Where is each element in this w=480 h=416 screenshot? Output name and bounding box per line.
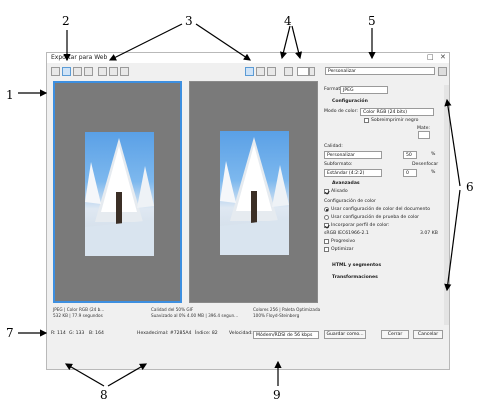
- left-info-format: JPEG | Color RGB (24 b...: [53, 307, 105, 312]
- embed-profile-label: Incorporar perfil de color:: [331, 223, 390, 228]
- annotation-6: 6: [466, 180, 474, 194]
- swatch-dropdown-icon[interactable]: [309, 67, 315, 76]
- color-config-label: Configuración de color: [324, 199, 376, 204]
- subformat-label: Subformato:: [324, 162, 353, 167]
- status-r: R: 114: [51, 331, 66, 336]
- color-mode-label: Modo de color:: [324, 109, 358, 114]
- export-settings-icon[interactable]: [120, 67, 129, 76]
- blur-value-field[interactable]: 0: [403, 169, 417, 177]
- quality-value-field[interactable]: 50: [403, 151, 417, 159]
- settings-panel: Formato: JPEG Configuración Modo de colo…: [320, 65, 450, 370]
- annotation-8: 8: [100, 388, 108, 402]
- speed-dropdown[interactable]: Módem/RDSI de 56 kbps: [253, 331, 319, 339]
- title-bar: Exportar para Web □ ✕: [47, 53, 449, 63]
- profile-size: 3.07 KB: [420, 231, 438, 236]
- window-title: Exportar para Web: [51, 54, 108, 61]
- copy-settings-icon[interactable]: [109, 67, 118, 76]
- status-g: G: 133: [69, 331, 85, 336]
- preview-image-left: [85, 132, 154, 256]
- progressive-label: Progresivo: [331, 239, 356, 244]
- transform-header[interactable]: Transformaciones: [332, 275, 378, 280]
- annotation-1: 1: [6, 88, 14, 102]
- quality-percent: %: [431, 152, 436, 157]
- overprint-black-label: Sobreimprimir negro: [371, 118, 419, 123]
- quality-mode-dropdown[interactable]: Personalizar: [324, 151, 382, 159]
- color-swatch[interactable]: [297, 67, 309, 76]
- subformat-dropdown[interactable]: Estándar (4:2:2): [324, 169, 382, 177]
- split-horizontal-icon[interactable]: [73, 67, 82, 76]
- annotation-3: 3: [185, 14, 193, 28]
- right-info-dither: 100% Floyd-Steinberg: [253, 313, 300, 318]
- left-info-smooth: Suavizado al 0% 4.00 MB | 396.4 segun...: [151, 313, 239, 318]
- doc-color-label: Usar configuración de color del document…: [331, 207, 431, 212]
- blur-label: Desenfocar: [412, 162, 439, 167]
- status-hex: Hexadecimal: #7285A4: [137, 331, 192, 336]
- settings-scrollbar[interactable]: [444, 85, 449, 325]
- speed-label: Velocidad:: [229, 331, 253, 336]
- pan-tool-icon[interactable]: [245, 67, 254, 76]
- mate-swatch[interactable]: [418, 131, 430, 139]
- zoom-out-icon[interactable]: [267, 67, 276, 76]
- proof-color-radio[interactable]: [324, 215, 329, 220]
- compare-icon[interactable]: [98, 67, 107, 76]
- embed-profile-checkbox[interactable]: [324, 223, 329, 228]
- annotation-2: 2: [62, 14, 70, 28]
- advanced-header[interactable]: Avanzadas: [332, 181, 360, 186]
- annotation-7: 7: [6, 326, 14, 340]
- quad-view-icon[interactable]: [84, 67, 93, 76]
- annotation-4: 4: [284, 14, 292, 28]
- optimize-checkbox[interactable]: [324, 247, 329, 252]
- smoothed-checkbox[interactable]: [324, 189, 329, 194]
- profile-name: sRGB IEC61966-2.1: [324, 231, 369, 236]
- proof-color-label: Usar configuración de prueba de color: [331, 215, 420, 220]
- eyedropper-icon[interactable]: [284, 67, 293, 76]
- overprint-black-checkbox[interactable]: [364, 118, 369, 123]
- single-view-icon[interactable]: [51, 67, 60, 76]
- close-icon[interactable]: ✕: [440, 53, 446, 62]
- format-dropdown[interactable]: JPEG: [340, 86, 388, 94]
- left-info-quality: Calidad del 50% GIF: [151, 307, 194, 312]
- color-mode-dropdown[interactable]: Color RGB (24 bits): [360, 108, 434, 116]
- annotation-5: 5: [368, 14, 376, 28]
- annotation-9: 9: [273, 388, 281, 402]
- html-header[interactable]: HTML y segmentos: [332, 263, 381, 268]
- left-info-size: 532 KB | 77.9 segundos: [53, 313, 103, 318]
- preview-pane-left[interactable]: [53, 81, 182, 303]
- status-b: B: 164: [89, 331, 104, 336]
- doc-color-radio[interactable]: [324, 207, 329, 212]
- smoothed-label: Alisado: [331, 189, 348, 194]
- config-header[interactable]: Configuración: [332, 99, 368, 104]
- zoom-in-icon[interactable]: [256, 67, 265, 76]
- optimize-label: Optimizar: [331, 247, 354, 252]
- preview-image-right: [220, 131, 289, 255]
- split-vertical-icon[interactable]: [62, 67, 71, 76]
- progressive-checkbox[interactable]: [324, 239, 329, 244]
- restore-icon[interactable]: □: [427, 53, 434, 62]
- quality-label: Calidad:: [324, 144, 343, 149]
- export-for-web-window: Exportar para Web □ ✕ Personalizar JPEG …: [46, 52, 450, 370]
- preview-pane-right[interactable]: [189, 81, 318, 303]
- status-index: Índice: 82: [195, 331, 218, 336]
- right-info-colors: Colores 256 | Paleta Optimizada: [253, 307, 321, 312]
- blur-percent: %: [431, 170, 436, 175]
